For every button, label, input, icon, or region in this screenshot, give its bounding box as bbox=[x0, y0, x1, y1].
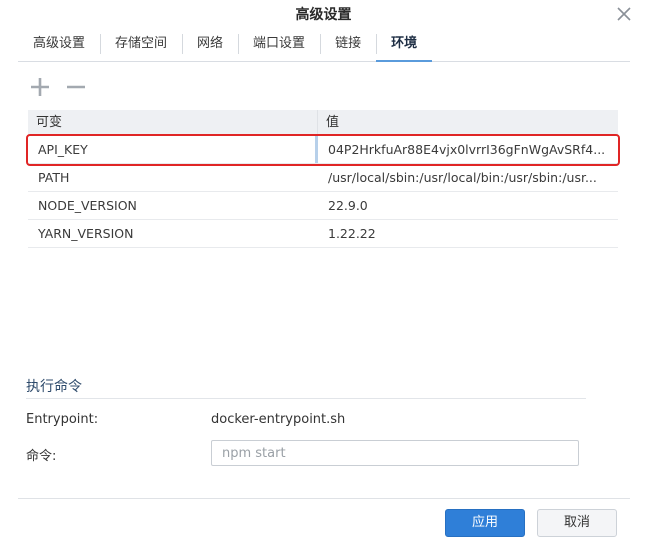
command-label: 命令: bbox=[26, 449, 57, 464]
tab-bar: 高级设置 存储空间 网络 端口设置 链接 环境 bbox=[18, 30, 630, 62]
tab-advanced[interactable]: 高级设置 bbox=[18, 30, 100, 61]
env-variable-table: 可变 值 API_KEY 04P2HrkfuAr88E4vjx0lvrrI36g… bbox=[26, 110, 620, 250]
tab-port-settings[interactable]: 端口设置 bbox=[238, 30, 320, 61]
section-divider bbox=[26, 398, 586, 399]
variable-value: 22.9.0 bbox=[328, 198, 368, 213]
plus-icon bbox=[31, 78, 49, 96]
table-row[interactable]: YARN_VERSION 1.22.22 bbox=[28, 220, 618, 248]
close-icon bbox=[617, 7, 631, 21]
variable-name: PATH bbox=[38, 170, 70, 185]
tab-environment[interactable]: 环境 bbox=[376, 30, 433, 62]
table-row[interactable]: PATH /usr/local/sbin:/usr/local/bin:/usr… bbox=[28, 164, 618, 192]
entrypoint-label: Entrypoint: bbox=[26, 412, 99, 427]
tab-storage[interactable]: 存储空间 bbox=[100, 30, 182, 61]
variable-value: 1.22.22 bbox=[328, 226, 376, 241]
column-header-variable[interactable]: 可变 bbox=[28, 110, 318, 135]
apply-button[interactable]: 应用 bbox=[445, 509, 525, 537]
tab-network[interactable]: 网络 bbox=[182, 30, 238, 61]
minus-icon bbox=[67, 85, 85, 89]
entrypoint-value: docker-entrypoint.sh bbox=[211, 412, 346, 427]
variable-value: 04P2HrkfuAr88E4vjx0lvrrI36gFnWgAvSRf4... bbox=[328, 142, 606, 157]
env-toolbar bbox=[28, 74, 88, 100]
exec-section-title: 执行命令 bbox=[26, 379, 82, 395]
footer-divider bbox=[18, 498, 630, 499]
tab-links[interactable]: 链接 bbox=[320, 30, 376, 61]
column-header-value[interactable]: 值 bbox=[318, 110, 618, 135]
variable-name: YARN_VERSION bbox=[38, 226, 134, 241]
cancel-button[interactable]: 取消 bbox=[537, 509, 617, 537]
variable-name: NODE_VERSION bbox=[38, 198, 137, 213]
table-row[interactable]: API_KEY 04P2HrkfuAr88E4vjx0lvrrI36gFnWgA… bbox=[26, 134, 620, 166]
window-title: 高级设置 bbox=[295, 7, 352, 23]
close-button[interactable] bbox=[615, 5, 633, 23]
table-row[interactable]: NODE_VERSION 22.9.0 bbox=[28, 192, 618, 220]
variable-value: /usr/local/sbin:/usr/local/bin:/usr/sbin… bbox=[328, 170, 597, 185]
table-header: 可变 值 bbox=[28, 110, 618, 136]
add-variable-button[interactable] bbox=[28, 75, 52, 99]
variable-name: API_KEY bbox=[28, 136, 318, 163]
command-input[interactable] bbox=[211, 440, 579, 466]
remove-variable-button[interactable] bbox=[64, 75, 88, 99]
